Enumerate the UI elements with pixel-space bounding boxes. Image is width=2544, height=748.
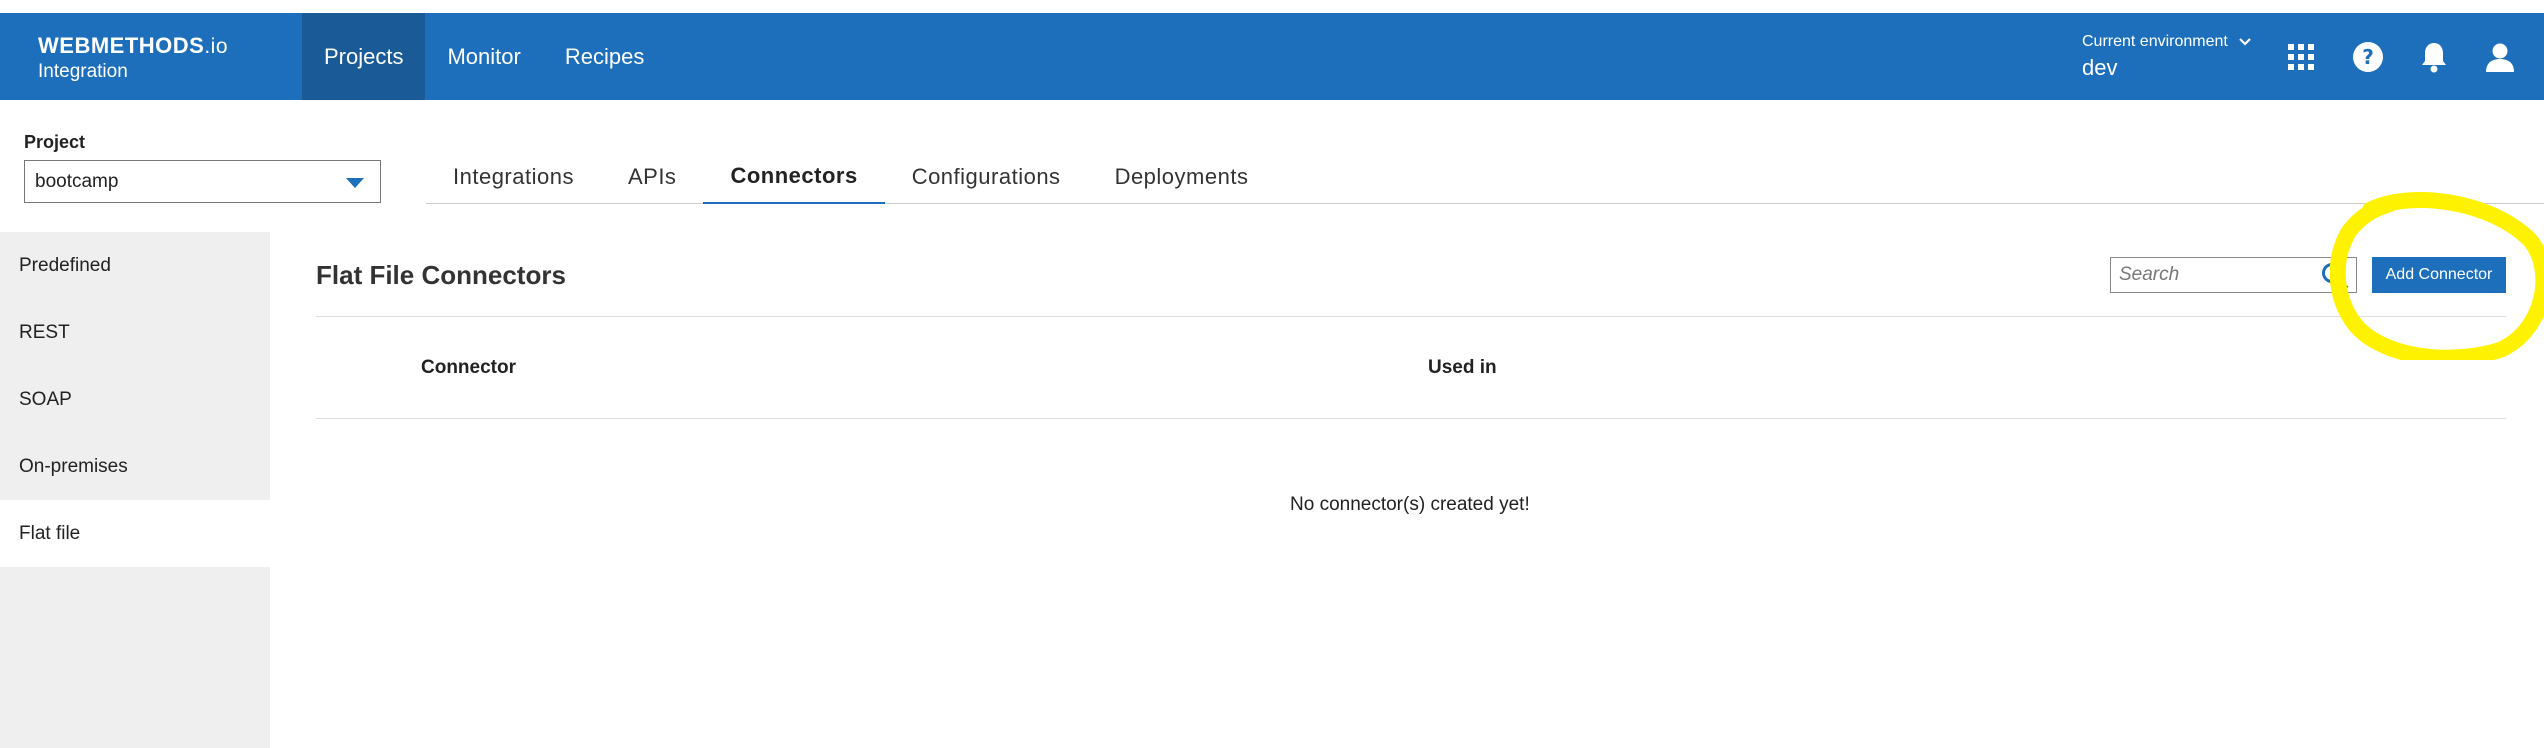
- search-icon[interactable]: [2320, 261, 2350, 291]
- brand-name: WEBMETHODS: [38, 33, 205, 58]
- tab-configurations[interactable]: Configurations: [885, 150, 1088, 204]
- user-icon[interactable]: [2482, 39, 2518, 75]
- project-label: Project: [24, 132, 86, 152]
- connector-type-sidebar: Predefined REST SOAP On-premises Flat fi…: [0, 232, 270, 748]
- column-header-used-in[interactable]: Used in: [1428, 357, 1497, 379]
- env-value: dev: [2082, 55, 2118, 80]
- table-divider: [316, 418, 2506, 419]
- product-name: Integration: [38, 61, 128, 82]
- sidebar-item-predefined[interactable]: Predefined: [0, 232, 270, 299]
- column-header-connector[interactable]: Connector: [421, 357, 516, 379]
- nav-recipes[interactable]: Recipes: [543, 13, 666, 100]
- tab-integrations[interactable]: Integrations: [426, 150, 601, 204]
- add-connector-button[interactable]: Add Connector: [2372, 257, 2506, 293]
- header-divider: [316, 316, 2506, 317]
- nav-monitor[interactable]: Monitor: [425, 13, 542, 100]
- bell-icon[interactable]: [2416, 39, 2452, 75]
- chevron-down-icon: [2239, 38, 2251, 46]
- help-icon[interactable]: ?: [2350, 39, 2386, 75]
- project-tabs: Integrations APIs Connectors Configurati…: [426, 150, 2544, 204]
- apps-grid-icon[interactable]: [2283, 39, 2319, 75]
- svg-text:?: ?: [2362, 45, 2374, 69]
- environment-switcher[interactable]: Current environment dev: [2082, 33, 2252, 81]
- sidebar-item-rest[interactable]: REST: [0, 299, 270, 366]
- nav-projects[interactable]: Projects: [302, 13, 426, 100]
- main-nav: Projects Monitor Recipes: [302, 13, 666, 100]
- sidebar-item-flat-file[interactable]: Flat file: [0, 500, 270, 567]
- project-dropdown[interactable]: bootcamp: [24, 160, 381, 203]
- env-label: Current environment: [2082, 33, 2228, 50]
- search-input[interactable]: Search: [2110, 257, 2357, 293]
- sidebar-item-soap[interactable]: SOAP: [0, 366, 270, 433]
- logo[interactable]: WEBMETHODS.io Integration: [38, 33, 228, 83]
- top-bar: WEBMETHODS.io Integration Projects Monit…: [0, 13, 2544, 100]
- project-selected-value: bootcamp: [35, 170, 119, 192]
- caret-down-icon: [346, 178, 364, 188]
- page-title: Flat File Connectors: [316, 260, 566, 290]
- tab-connectors[interactable]: Connectors: [703, 150, 885, 204]
- tab-apis[interactable]: APIs: [601, 150, 703, 204]
- sidebar-item-on-premises[interactable]: On-premises: [0, 433, 270, 500]
- search-placeholder: Search: [2119, 264, 2180, 285]
- brand-suffix: .io: [204, 35, 229, 58]
- empty-state-message: No connector(s) created yet!: [1290, 494, 1530, 515]
- tab-deployments[interactable]: Deployments: [1088, 150, 1276, 204]
